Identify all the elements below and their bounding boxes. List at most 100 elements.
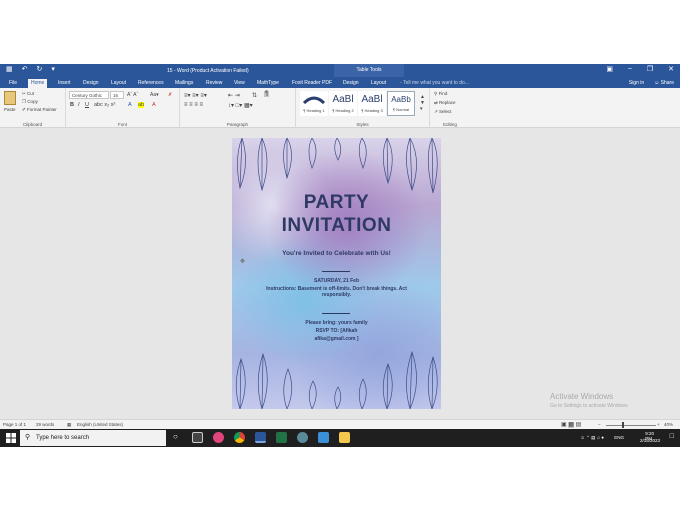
- copy-icon: ❐: [22, 99, 27, 104]
- sort-icon[interactable]: ⇅: [252, 92, 257, 99]
- tell-me-search[interactable]: ◦ Tell me what you want to do...: [400, 80, 469, 86]
- strikethrough-icon[interactable]: abc x₂ x²: [94, 102, 115, 108]
- lightbulb-icon: ◦: [400, 80, 402, 86]
- file-explorer-icon[interactable]: [192, 432, 203, 443]
- tab-file[interactable]: File: [6, 79, 20, 88]
- line-spacing-icon[interactable]: ↕▾ □▾ ▦▾: [228, 102, 253, 109]
- view-buttons[interactable]: ▣ ▦ ▤: [561, 421, 581, 428]
- tab-table-layout[interactable]: Layout: [368, 79, 389, 88]
- paste-icon[interactable]: [4, 91, 16, 105]
- font-name-box[interactable]: Century Gothic: [69, 91, 109, 99]
- proofing-icon[interactable]: ▦: [67, 422, 71, 428]
- bullets-icon[interactable]: ≡▾ ≡▾ ≡▾: [184, 92, 207, 99]
- copy-button[interactable]: ❐ Copy: [22, 99, 38, 105]
- invitation-title-line2[interactable]: INVITATION: [232, 215, 441, 237]
- style-heading-1[interactable]: ¶ Heading 1: [300, 91, 328, 116]
- indent-icon[interactable]: ⇤ ⇥: [228, 92, 240, 99]
- document-page[interactable]: PARTY INVITATION You're Invited to Celeb…: [232, 138, 441, 409]
- format-painter-button[interactable]: ✐ Format Painter: [22, 107, 57, 113]
- save-icon[interactable]: ▦: [6, 66, 13, 74]
- text-effects-icon[interactable]: A: [128, 102, 132, 108]
- tab-design[interactable]: Design: [80, 79, 102, 88]
- notification-icon[interactable]: □: [670, 433, 674, 440]
- paragraph-label: Paragraph: [226, 122, 248, 127]
- find-button[interactable]: ⚲ Find: [434, 91, 447, 97]
- select-label: Select: [439, 109, 452, 114]
- paste-button[interactable]: Paste: [4, 107, 16, 112]
- grow-font-icon[interactable]: Aˆ Aˇ: [127, 92, 138, 98]
- page-count[interactable]: Page 1 of 1: [3, 422, 26, 427]
- underline-icon[interactable]: U: [85, 102, 89, 108]
- share-button[interactable]: ☺ Share: [654, 80, 674, 86]
- word-count[interactable]: 29 words: [36, 422, 54, 427]
- windows-start-icon[interactable]: [6, 433, 16, 443]
- language-status[interactable]: English (United States): [77, 422, 123, 427]
- table-move-handle-icon[interactable]: ✥: [240, 258, 245, 265]
- rsvp-email[interactable]: afika@gmail.com ]: [232, 336, 441, 343]
- event-date[interactable]: SATURDAY, 21 Feb: [232, 278, 441, 285]
- table-tools-context: Table Tools: [334, 64, 404, 77]
- customize-icon[interactable]: ▾: [51, 66, 55, 74]
- ribbon-display-icon[interactable]: ▣: [606, 65, 613, 73]
- highlight-icon[interactable]: ab: [138, 102, 145, 108]
- style-normal[interactable]: AaBb ¶ Normal: [387, 91, 415, 116]
- bring-text[interactable]: Please bring: yours family: [232, 320, 441, 327]
- sign-in-link[interactable]: Sign in: [629, 80, 644, 86]
- editing-label: Editing: [443, 122, 457, 127]
- excel-icon[interactable]: [276, 432, 287, 443]
- invitation-subtitle[interactable]: You're Invited to Celebrate with Us!: [232, 250, 441, 257]
- app-icon[interactable]: [297, 432, 308, 443]
- input-language[interactable]: ENG: [614, 435, 624, 440]
- word-icon[interactable]: [255, 432, 266, 443]
- tab-mailings[interactable]: Mailings: [172, 79, 196, 88]
- bold-icon[interactable]: B: [70, 102, 74, 108]
- pilcrow-icon[interactable]: ¶: [264, 91, 270, 97]
- tab-home[interactable]: Home: [28, 79, 48, 88]
- minimize-button[interactable]: –: [628, 65, 632, 73]
- tab-layout[interactable]: Layout: [108, 79, 129, 88]
- zoom-level[interactable]: 40%: [664, 422, 673, 427]
- close-button[interactable]: ✕: [668, 65, 674, 73]
- replace-button[interactable]: ⇄ Replace: [434, 100, 456, 106]
- tab-view[interactable]: View: [231, 79, 248, 88]
- tab-foxit[interactable]: Foxit Reader PDF: [289, 79, 335, 88]
- app-icon[interactable]: [318, 432, 329, 443]
- undo-icon[interactable]: ↶: [22, 66, 28, 74]
- clipboard-group: Paste ✂ Cut ❐ Copy ✐ Format Painter Clip…: [0, 88, 66, 128]
- task-view-icon[interactable]: ○: [173, 432, 178, 441]
- folder-icon[interactable]: [339, 432, 350, 443]
- tab-references[interactable]: References: [135, 79, 167, 88]
- tab-mathtype[interactable]: MathType: [254, 79, 282, 88]
- tab-insert[interactable]: Insert: [55, 79, 74, 88]
- select-button[interactable]: ↗ Select: [434, 109, 452, 115]
- clear-format-icon[interactable]: ✗: [168, 92, 172, 98]
- chrome-icon[interactable]: [234, 432, 245, 443]
- tab-review[interactable]: Review: [203, 79, 225, 88]
- instructions-line2[interactable]: responsibly.: [232, 292, 441, 299]
- tab-table-design[interactable]: Design: [340, 79, 362, 88]
- clock-date[interactable]: 2/15/2023: [640, 438, 660, 443]
- invitation-title-line1[interactable]: PARTY: [232, 192, 441, 214]
- redo-icon[interactable]: ↻: [37, 66, 43, 74]
- zoom-slider[interactable]: [606, 425, 656, 426]
- app-icon[interactable]: [213, 432, 224, 443]
- font-size-box[interactable]: 16: [110, 91, 124, 99]
- rsvp-text[interactable]: RSVP TO: [Afikah: [232, 328, 441, 335]
- style-heading-2[interactable]: AaBl ¶ Heading 2: [329, 91, 357, 116]
- tray-icons[interactable]: ☺ ⌃ ▤ ♫ ●: [580, 435, 604, 441]
- taskbar-search-box[interactable]: ⚲ Type here to search: [20, 430, 166, 446]
- share-label: Share: [660, 80, 674, 86]
- cut-button[interactable]: ✂ Cut: [22, 91, 34, 97]
- align-icons[interactable]: ≡ ≡ ≡ ≡: [184, 102, 203, 108]
- style-heading-3[interactable]: AaBl ¶ Heading 3: [358, 91, 386, 116]
- zoom-in-icon[interactable]: +: [657, 422, 660, 427]
- change-case-icon[interactable]: Aa▾: [150, 92, 159, 98]
- zoom-out-icon[interactable]: –: [598, 422, 601, 427]
- style-sample: AaBl: [361, 94, 383, 105]
- font-color-icon[interactable]: A: [152, 102, 156, 108]
- search-icon: ⚲: [25, 434, 31, 441]
- maximize-button[interactable]: ❐: [647, 65, 653, 73]
- italic-icon[interactable]: I: [78, 102, 80, 108]
- zoom-slider-thumb[interactable]: [622, 422, 624, 428]
- styles-scroll-icon[interactable]: ▲ ▼ ▾: [420, 94, 425, 112]
